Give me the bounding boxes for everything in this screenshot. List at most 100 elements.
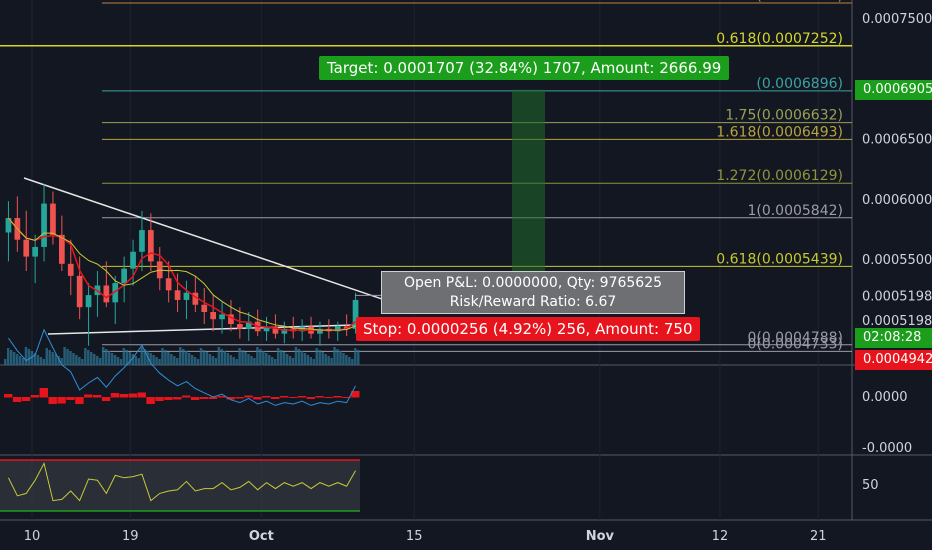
volume-bar (158, 359, 161, 365)
volume-bar (333, 347, 336, 365)
volume-bar (140, 347, 143, 365)
volume-bar (173, 356, 176, 365)
volume-bar (27, 349, 31, 365)
volume-bar (300, 351, 304, 365)
macd-histogram-bar (199, 397, 209, 399)
volume-bar (18, 356, 22, 365)
volume-bar (39, 357, 43, 365)
volume-bar (193, 357, 197, 365)
macd-histogram-bar (253, 397, 262, 400)
volume-bar (315, 348, 318, 365)
fib-level-label: 0.618(0.0007252) (716, 31, 843, 47)
volume-bar (324, 354, 327, 365)
volume-bar (137, 358, 140, 365)
volume-bar (161, 348, 164, 365)
volume-bar (101, 347, 105, 365)
volume-bar (288, 356, 292, 365)
volume-bar (78, 357, 81, 365)
macd-histogram-bar (101, 397, 111, 401)
macd-histogram-bar (324, 397, 333, 398)
volume-bar (285, 354, 289, 365)
volume-bar (223, 351, 226, 365)
macd-histogram-bar (75, 397, 84, 404)
macd-histogram-bar (57, 397, 66, 404)
macd-histogram-bar (306, 397, 315, 399)
volume-bar (354, 348, 357, 365)
macd-tick-label: -0.0000 (862, 441, 912, 456)
volume-bar (24, 347, 28, 365)
volume-bar (72, 353, 75, 365)
macd-histogram-bar (279, 396, 289, 398)
volume-bar (196, 359, 200, 365)
macd-histogram-bar (66, 397, 75, 400)
volume-bar (336, 349, 339, 365)
candle-body (50, 203, 56, 235)
macd-histogram-bar (155, 397, 164, 401)
volume-bar (107, 351, 111, 365)
date-tick-label: 19 (122, 529, 139, 544)
volume-bar (42, 359, 46, 365)
volume-bar (75, 355, 78, 365)
volume-bar (351, 359, 354, 365)
macd-histogram-bar (146, 397, 155, 404)
macd-histogram-bar (93, 395, 102, 398)
moving-average-line (7, 217, 357, 331)
volume-bar (182, 349, 185, 365)
volume-bar (342, 353, 345, 365)
volume-bar (238, 348, 241, 365)
volume-bar (309, 357, 313, 365)
volume-bar (184, 351, 188, 365)
volume-bar (95, 356, 99, 365)
volume-bar (116, 357, 120, 365)
macd-histogram-bar (30, 395, 40, 398)
volume-bar (345, 355, 348, 365)
candle-body (139, 230, 145, 252)
price-tag: 0.0004942 (855, 349, 932, 370)
price-tick-label: 0.0005500 (862, 253, 932, 268)
macd-histogram-bar (12, 397, 22, 402)
volume-bar (217, 347, 221, 365)
volume-bar (312, 359, 315, 365)
volume-bar (12, 352, 16, 365)
macd-histogram-bar (315, 396, 324, 398)
volume-bar (244, 352, 247, 365)
moving-average-line-slow (8, 217, 356, 331)
candle-body (130, 251, 136, 269)
volume-bar (208, 354, 212, 365)
candle-body (121, 268, 127, 284)
volume-bar (199, 348, 203, 365)
volume-bar (125, 350, 129, 365)
candle-body (174, 290, 181, 300)
volume-bar (63, 347, 66, 365)
volume-bar (214, 358, 218, 365)
candle-body (85, 295, 92, 308)
volume-bar (330, 358, 333, 365)
macd-line (8, 328, 356, 406)
volume-bar (357, 350, 360, 365)
volume-bar (229, 355, 232, 365)
price-tick-label: 0.0005198 (862, 314, 932, 329)
macd-histogram-bar (244, 395, 253, 398)
volume-bar (321, 352, 324, 365)
pnl-label: Open P&L: 0.0000000, Qty: 9765625 Risk/R… (381, 271, 685, 314)
volume-bar (327, 356, 330, 365)
volume-bar (226, 353, 229, 365)
volume-bar (190, 355, 194, 365)
volume-bar (291, 358, 295, 365)
candle-body (165, 278, 172, 291)
macd-histogram-bar (288, 397, 298, 398)
macd-histogram-bar (110, 393, 120, 398)
fib-level-label: 2.618(0.0007547) (716, 0, 843, 4)
macd-histogram-bar (271, 397, 280, 399)
target-label: Target: 0.0001707 (32.84%) 1707, Amount:… (319, 56, 730, 80)
macd-histogram-bar (164, 397, 173, 400)
date-tick-label: Oct (249, 529, 274, 544)
volume-bar (98, 358, 102, 365)
macd-histogram-bar (333, 396, 342, 398)
macd-histogram-bar (137, 392, 146, 398)
target-zone (512, 89, 545, 296)
candle-body (237, 324, 243, 329)
candle-body (148, 230, 154, 262)
volume-bar (93, 354, 96, 365)
date-tick-label: 15 (406, 529, 423, 544)
